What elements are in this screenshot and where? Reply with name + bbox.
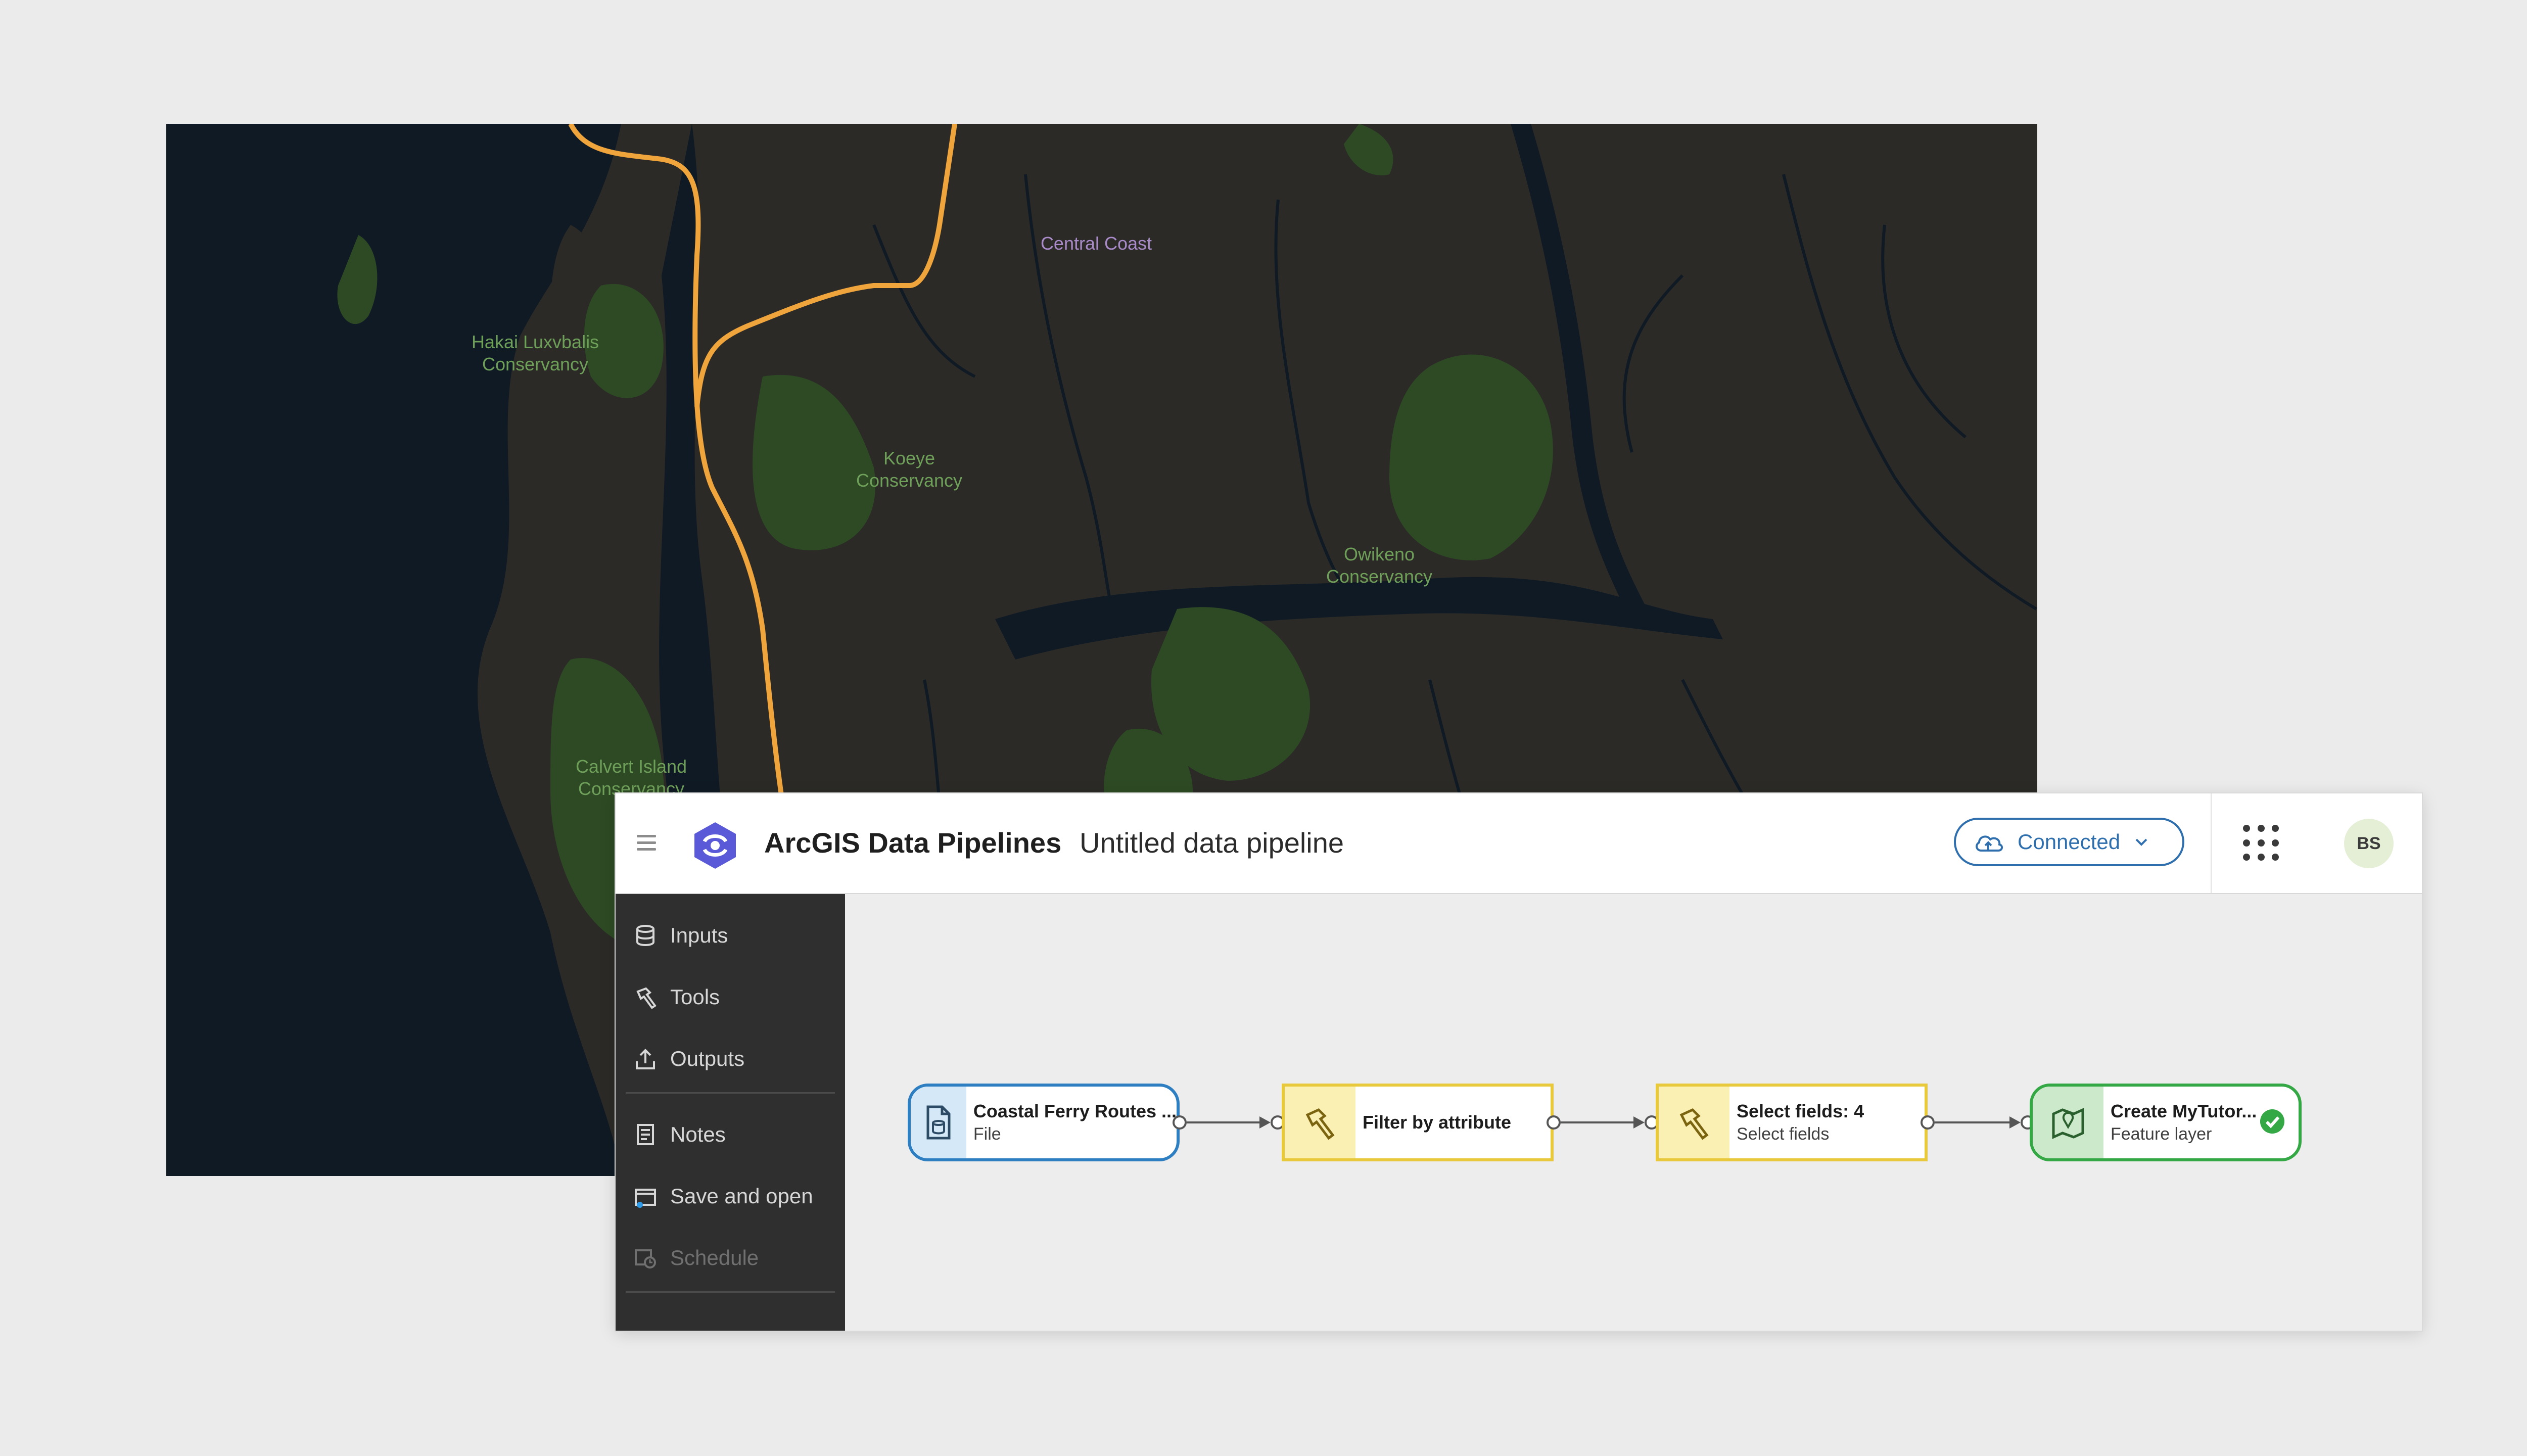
header-divider: [2211, 793, 2212, 893]
sidebar-item-inputs[interactable]: Inputs: [633, 915, 728, 956]
sidebar-item-label: Notes: [670, 1122, 726, 1146]
node-subtitle: File: [973, 1124, 1001, 1144]
sidebar-item-label: Schedule: [670, 1246, 759, 1270]
sidebar: Inputs Tools Outputs Notes Save and open…: [616, 894, 845, 1331]
app-header: ArcGIS Data Pipelines Untitled data pipe…: [616, 793, 2422, 894]
database-icon: [636, 925, 654, 946]
sidebar-item-label: Tools: [670, 985, 720, 1009]
success-check-icon: [2260, 1109, 2284, 1134]
connection-status-label: Connected: [2018, 830, 2121, 854]
node-title: Select fields: 4: [1737, 1101, 1864, 1121]
sidebar-item-label: Outputs: [670, 1047, 745, 1070]
sidebar-divider: [626, 1291, 835, 1293]
connector-line: [1935, 1121, 2009, 1123]
data-pipelines-window: ArcGIS Data Pipelines Untitled data pipe…: [616, 793, 2422, 1331]
user-avatar[interactable]: BS: [2344, 819, 2394, 868]
sidebar-item-notes[interactable]: Notes: [633, 1114, 726, 1155]
node-subtitle: Feature layer: [2111, 1124, 2212, 1144]
schedule-icon: [635, 1249, 656, 1269]
sidebar-item-outputs[interactable]: Outputs: [633, 1039, 744, 1079]
cloud-icon: [1976, 835, 2003, 852]
sidebar-item-label: Save and open: [670, 1184, 813, 1208]
hammer-icon: [636, 987, 657, 1009]
chevron-down-icon: [2135, 838, 2147, 846]
pipeline-node-select-fields[interactable]: Select fields: 4 Select fields: [1656, 1084, 1928, 1161]
sidebar-item-save-and-open[interactable]: Save and open: [633, 1176, 813, 1216]
sidebar-item-tools[interactable]: Tools: [633, 977, 720, 1017]
node-title: Coastal Ferry Routes ...: [973, 1101, 1177, 1121]
map-label-hakai: Hakai Luxvbalis Conservancy: [471, 332, 599, 374]
connector-arrow: [2009, 1116, 2021, 1129]
pipeline-node-filter-by-attribute[interactable]: Filter by attribute: [1282, 1084, 1554, 1161]
pipeline-canvas[interactable]: Coastal Ferry Routes ... File Filter by …: [845, 894, 2422, 1331]
node-output-port[interactable]: [1921, 1115, 1935, 1130]
node-title: Create MyTutor...: [2111, 1101, 2257, 1121]
hammer-icon: [1679, 1108, 1709, 1140]
node-subtitle: Select fields: [1737, 1124, 1830, 1144]
file-icon: [926, 1105, 951, 1140]
connector-arrow: [1633, 1116, 1645, 1129]
app-launcher-icon[interactable]: [2243, 825, 2279, 861]
connector-line: [1561, 1121, 1633, 1123]
map-label-central-coast: Central Coast: [1040, 233, 1152, 254]
arcgis-data-pipelines-logo: [694, 822, 736, 869]
sidebar-item-schedule: Schedule: [633, 1238, 759, 1278]
sidebar-item-label: Inputs: [670, 923, 728, 947]
map-label-owikeno: Owikeno Conservancy: [1326, 544, 1433, 587]
document-title[interactable]: Untitled data pipeline: [1080, 824, 1344, 862]
pipeline-node-input[interactable]: Coastal Ferry Routes ... File: [908, 1084, 1180, 1161]
node-output-port[interactable]: [1173, 1115, 1187, 1130]
node-title: Filter by attribute: [1363, 1112, 1512, 1133]
hammer-icon: [1305, 1108, 1335, 1140]
sidebar-divider: [626, 1092, 835, 1094]
folder-icon: [635, 1189, 656, 1208]
connection-status-button[interactable]: Connected: [1954, 818, 2184, 866]
upload-icon: [636, 1049, 655, 1069]
map-icon: [2052, 1108, 2084, 1139]
connector-arrow: [1259, 1116, 1271, 1129]
notes-icon: [637, 1124, 654, 1145]
app-title: ArcGIS Data Pipelines: [764, 827, 1062, 859]
menu-icon[interactable]: [637, 835, 656, 851]
map-label-koeye: Koeye Conservancy: [856, 448, 963, 491]
node-output-port[interactable]: [1547, 1115, 1561, 1130]
connector-line: [1187, 1121, 1259, 1123]
